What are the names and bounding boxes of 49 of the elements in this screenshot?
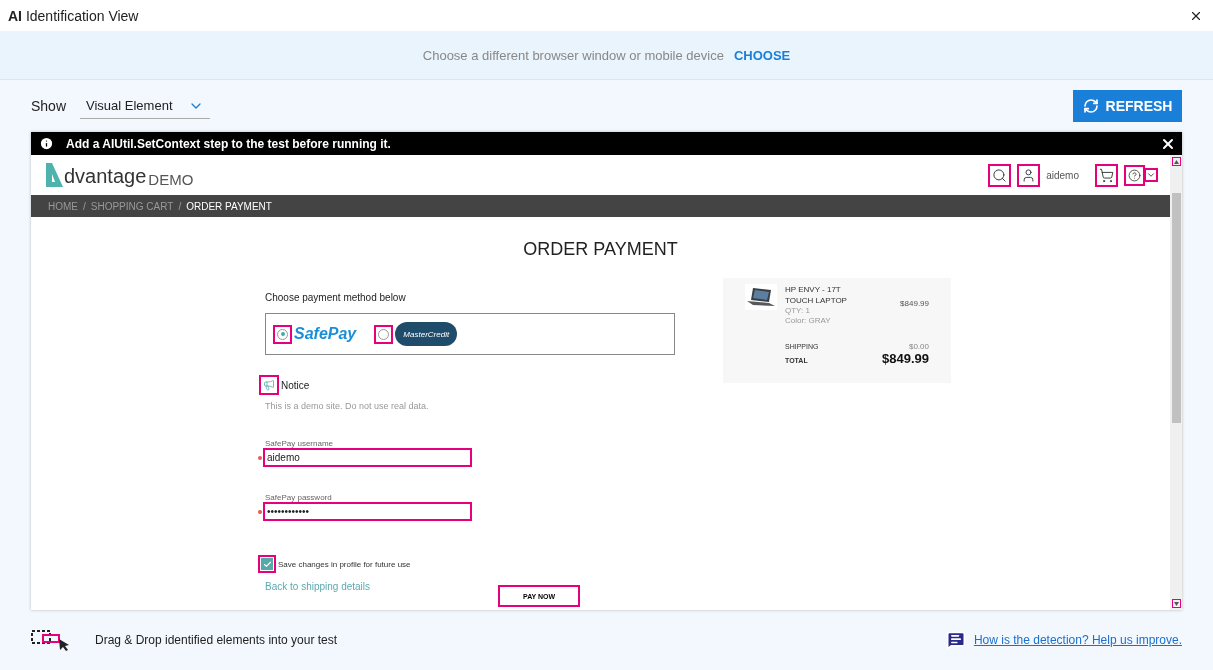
username-text: aidemo	[1046, 169, 1079, 181]
chevron-icon[interactable]	[1144, 168, 1158, 182]
safepay-logo: SafePay	[294, 325, 357, 343]
cart-icon[interactable]	[1095, 163, 1118, 187]
choose-link[interactable]: CHOOSE	[733, 47, 791, 63]
checkbox-label: Save changes in profile for future use	[278, 559, 411, 569]
user-icon[interactable]	[1017, 163, 1041, 187]
scroll-up-icon[interactable]	[1173, 159, 1179, 164]
show-label: Show	[31, 98, 67, 114]
search-icon[interactable]	[988, 163, 1012, 187]
breadcrumb-link[interactable]: SHOPPING CART	[90, 200, 174, 212]
payment-heading: Choose payment method below	[265, 292, 407, 303]
refresh-icon	[1082, 98, 1099, 114]
breadcrumb-separator: /	[178, 200, 182, 212]
back-link[interactable]: Back to shipping details	[265, 581, 371, 592]
product-name: HP ENVY - 17T TOUCH LAPTOP	[785, 284, 848, 306]
info-icon	[39, 136, 54, 151]
mastercredit-logo: MasterCredit	[395, 322, 458, 346]
shipping-amount: $0.00	[908, 342, 929, 351]
field-label: SafePay username	[265, 439, 335, 448]
breadcrumb-link[interactable]: ORDER PAYMENT	[186, 200, 272, 212]
feedback-link[interactable]: How is the detection? Help us improve.	[973, 633, 1182, 647]
logo-suffix: DEMO	[148, 171, 194, 188]
breadcrumb-link[interactable]: HOME	[48, 200, 78, 212]
input-field[interactable]: aidemo	[263, 448, 472, 467]
logo-mark-icon	[44, 162, 64, 188]
product-color: Color: GRAY	[785, 316, 832, 326]
page-title: ORDER PAYMENT	[522, 239, 679, 260]
scrollbar[interactable]	[1170, 155, 1182, 610]
check-icon	[262, 559, 272, 569]
notice-title: Notice	[281, 379, 310, 391]
breadcrumb-separator: /	[83, 200, 86, 212]
banner-text: Choose a different browser window or mobile device	[422, 47, 724, 63]
total-amount: $849.99	[882, 351, 929, 366]
checkbox[interactable]	[258, 555, 276, 573]
notice-text: Add a AIUtil.SetContext step to the test before running it.	[66, 136, 391, 151]
help-icon[interactable]	[1124, 164, 1145, 186]
notice-text: This is a demo site. Do not use real data.	[265, 401, 430, 411]
scroll-down-icon[interactable]	[1173, 601, 1179, 606]
field-label: SafePay password	[265, 493, 333, 502]
show-dropdown[interactable]: Visual Element	[80, 93, 211, 119]
feedback-icon	[945, 630, 966, 650]
drag-drop-hint: Drag & Drop identified elements into your test	[95, 633, 338, 647]
product-price: $849.99	[900, 299, 929, 310]
logo-text: dvantage	[64, 165, 147, 188]
input-field[interactable]: ••••••••••••	[263, 502, 472, 521]
refresh-button[interactable]: REFRESH	[1073, 90, 1182, 122]
product-qty: QTY: 1	[785, 306, 811, 316]
window-title: AI Identification View	[8, 7, 139, 24]
